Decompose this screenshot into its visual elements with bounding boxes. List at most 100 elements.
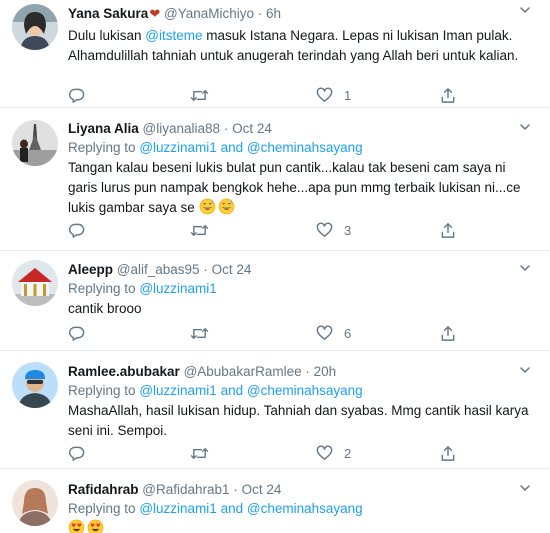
like-button[interactable]: 6 [316,324,351,342]
separator-dot: · [203,262,208,277]
timestamp[interactable]: Oct 24 [212,262,252,277]
tweet-actions: 2 [68,444,468,462]
replying-to-label: Replying to [68,501,136,516]
like-count: 1 [344,87,352,103]
chevron-down-icon[interactable] [518,3,536,17]
share-button[interactable] [440,444,456,462]
share-button[interactable] [440,221,456,239]
retweet-icon [190,447,209,459]
separator-dot: · [223,121,229,136]
heart-eyes-emoji [68,519,85,533]
user-handle[interactable]: @Rafidahrab1 [142,482,229,497]
mention-link[interactable]: @itsteme [145,28,202,43]
tweet-text-part: MashaAllah, hasil lukisan hidup. Tahniah… [68,403,529,438]
replying-to-joiner: and [220,140,244,155]
separator-dot: · [257,6,263,21]
tweet-text [68,519,536,533]
heart-emoji-icon: ❤ [149,6,161,21]
mention-link[interactable]: @cheminahsayang [247,383,363,398]
timestamp[interactable]: Oct 24 [232,121,272,136]
chevron-down-icon[interactable] [518,120,536,134]
retweet-button[interactable] [190,444,209,462]
avatar[interactable] [12,120,58,166]
retweet-button[interactable] [190,86,209,104]
retweet-icon [190,89,209,101]
tweet[interactable]: Rafidahrab @Rafidahrab1 · Oct 24 Replyin… [0,469,550,533]
like-button[interactable]: 3 [316,221,351,239]
share-icon [441,87,455,103]
tweet[interactable]: Liyana Alia @liyanalia88 · Oct 24 Replyi… [0,108,550,251]
user-handle[interactable]: @AbubakarRamlee [184,364,302,379]
share-icon [441,222,455,238]
replying-to-label: Replying to [68,281,136,296]
mention-link[interactable]: @luzzinami1 [139,281,216,296]
share-button[interactable] [440,86,456,104]
retweet-button[interactable] [190,324,209,342]
avatar[interactable] [12,4,58,50]
display-name[interactable]: Yana Sakura [68,6,148,21]
replying-to: Replying to @luzzinami1 [68,280,536,298]
display-name[interactable]: Aleepp [68,262,113,277]
mention-link[interactable]: @cheminahsayang [247,501,363,516]
display-name[interactable]: Rafidahrab [68,482,139,497]
like-icon [316,222,333,237]
tweet-header: Yana Sakura❤ @YanaMichiyo · 6h [68,5,536,23]
tweet-text-part: Dulu lukisan [68,28,146,43]
tweet[interactable]: Ramlee.abubakar @AbubakarRamlee · 20h Re… [0,351,550,469]
replying-to-label: Replying to [68,140,136,155]
chevron-down-icon[interactable] [518,481,536,495]
reply-button[interactable] [68,324,85,342]
grinning-sweat-emoji [199,198,215,215]
retweet-button[interactable] [190,221,209,239]
user-handle[interactable]: @liyanalia88 [143,121,221,136]
avatar[interactable] [12,260,58,306]
reply-icon [69,446,85,461]
mention-link[interactable]: @cheminahsayang [247,140,363,155]
like-icon [316,87,333,102]
replying-to-label: Replying to [68,383,136,398]
mention-link[interactable]: @luzzinami1 [139,383,216,398]
display-name[interactable]: Liyana Alia [68,121,139,136]
avatar[interactable] [12,480,58,526]
timestamp[interactable]: Oct 24 [242,482,282,497]
like-icon [316,445,333,460]
share-icon [441,445,455,461]
timestamp[interactable]: 20h [314,364,337,379]
like-count: 2 [344,445,352,461]
reply-icon [69,326,85,341]
replying-to: Replying to @luzzinami1 and @cheminahsay… [68,139,536,157]
retweet-icon [190,224,209,236]
replying-to-joiner: and [220,501,244,516]
tweet-text-part: Tangan kalau beseni lukis bulat pun cant… [68,160,521,215]
avatar[interactable] [12,362,58,408]
reply-icon [69,88,85,103]
timestamp[interactable]: 6h [266,6,281,21]
replying-to: Replying to @luzzinami1 and @cheminahsay… [68,500,536,518]
mention-link[interactable]: @luzzinami1 [139,140,216,155]
user-handle[interactable]: @alif_abas95 [117,262,200,277]
tweet-header: Ramlee.abubakar @AbubakarRamlee · 20h [68,363,536,381]
share-icon [441,325,455,341]
tweet[interactable]: Aleepp @alif_abas95 · Oct 24 Replying to… [0,251,550,351]
reply-button[interactable] [68,221,85,239]
grinning-sweat-emoji [218,198,234,215]
chevron-down-icon[interactable] [518,363,536,377]
user-handle[interactable]: @YanaMichiyo [164,6,254,21]
tweet-text: cantik brooo [68,299,536,319]
tweet-actions: 1 [68,86,468,104]
reply-icon [69,223,85,238]
display-name[interactable]: Ramlee.abubakar [68,364,180,379]
tweet-text: Dulu lukisan @itsteme masuk Istana Negar… [68,26,536,66]
like-button[interactable]: 1 [316,86,351,104]
reply-button[interactable] [68,86,85,104]
tweet[interactable]: Yana Sakura❤ @YanaMichiyo · 6h Dulu luki… [0,0,550,108]
like-button[interactable]: 2 [316,444,351,462]
tweet-header: Rafidahrab @Rafidahrab1 · Oct 24 [68,481,536,499]
heart-eyes-emoji [87,519,104,533]
tweet-header: Aleepp @alif_abas95 · Oct 24 [68,261,536,279]
like-count: 3 [344,222,352,238]
mention-link[interactable]: @luzzinami1 [139,501,216,516]
reply-button[interactable] [68,444,85,462]
share-button[interactable] [440,324,456,342]
chevron-down-icon[interactable] [518,261,536,275]
